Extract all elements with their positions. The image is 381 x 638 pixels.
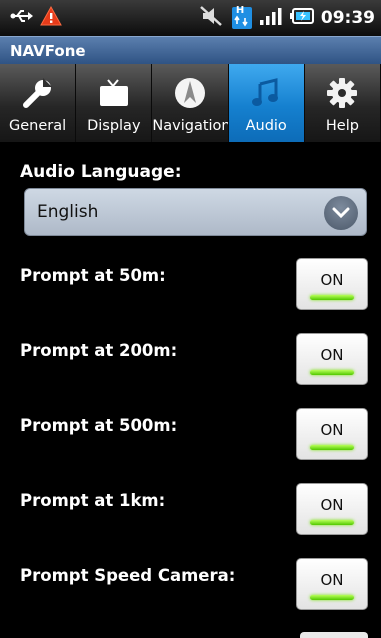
prompt-200m-row: Prompt at 200m: ON [0, 333, 381, 403]
toggle-on-indicator [310, 370, 354, 375]
chevron-down-icon[interactable] [324, 196, 358, 230]
tab-general-label: General [9, 118, 67, 134]
prompt-speed-camera-toggle[interactable]: ON [296, 558, 368, 610]
app-title: NAVFone [0, 36, 381, 64]
battery-icon [289, 6, 315, 30]
toggle-state: ON [320, 421, 344, 439]
toggle-state: ON [320, 496, 344, 514]
tab-audio-label: Audio [245, 118, 287, 134]
prompt-speed-camera-row: Prompt Speed Camera: ON [0, 558, 381, 628]
tab-display-label: Display [87, 118, 141, 134]
prompt-1km-toggle[interactable]: ON [296, 483, 368, 535]
prompt-200m-toggle[interactable]: ON [296, 333, 368, 385]
prompt-50m-toggle[interactable]: ON [296, 258, 368, 310]
prompt-500m-toggle[interactable]: ON [296, 408, 368, 460]
toggle-on-indicator [310, 595, 354, 600]
tab-help-label: Help [325, 118, 359, 134]
prompt-1km-row: Prompt at 1km: ON [0, 483, 381, 553]
usb-icon [10, 8, 34, 28]
tab-general[interactable]: General [0, 64, 77, 142]
toggle-on-indicator [310, 295, 354, 300]
tab-audio[interactable]: Audio [228, 64, 305, 142]
wrench-icon [21, 76, 55, 114]
music-note-icon [249, 76, 283, 114]
tab-bar: General Display Navigation Audio Help [0, 64, 381, 142]
toggle-on-indicator [310, 445, 354, 450]
prompt-200m-label: Prompt at 200m: [20, 341, 178, 360]
tv-icon [96, 76, 132, 114]
tab-navigation[interactable]: Navigation [152, 64, 229, 142]
gear-icon [325, 76, 359, 114]
status-bar: H 09:39 [0, 0, 381, 36]
prompt-speed-camera-label: Prompt Speed Camera: [20, 566, 236, 585]
tab-navigation-label: Navigation [152, 118, 229, 134]
prompt-500m-label: Prompt at 500m: [20, 416, 178, 435]
next-toggle-partial[interactable] [300, 632, 368, 638]
audio-language-label: Audio Language: [20, 162, 182, 182]
compass-icon [173, 76, 207, 114]
data-badge: H [235, 5, 245, 16]
tab-help[interactable]: Help [304, 64, 381, 142]
toggle-state: ON [320, 271, 344, 289]
toggle-on-indicator [310, 520, 354, 525]
prompt-50m-label: Prompt at 50m: [20, 266, 166, 285]
toggle-state: ON [320, 571, 344, 589]
prompt-1km-label: Prompt at 1km: [20, 491, 166, 510]
signal-icon [259, 6, 283, 30]
audio-language-select[interactable]: English [24, 188, 367, 236]
prompt-500m-row: Prompt at 500m: ON [0, 408, 381, 478]
audio-language-value: English [37, 202, 99, 222]
mute-icon [199, 5, 225, 31]
clock: 09:39 [320, 8, 375, 28]
prompt-50m-row: Prompt at 50m: ON [0, 258, 381, 328]
warning-icon [40, 5, 62, 30]
toggle-state: ON [320, 346, 344, 364]
tab-display[interactable]: Display [76, 64, 153, 142]
data-network-icon: H [231, 5, 253, 30]
